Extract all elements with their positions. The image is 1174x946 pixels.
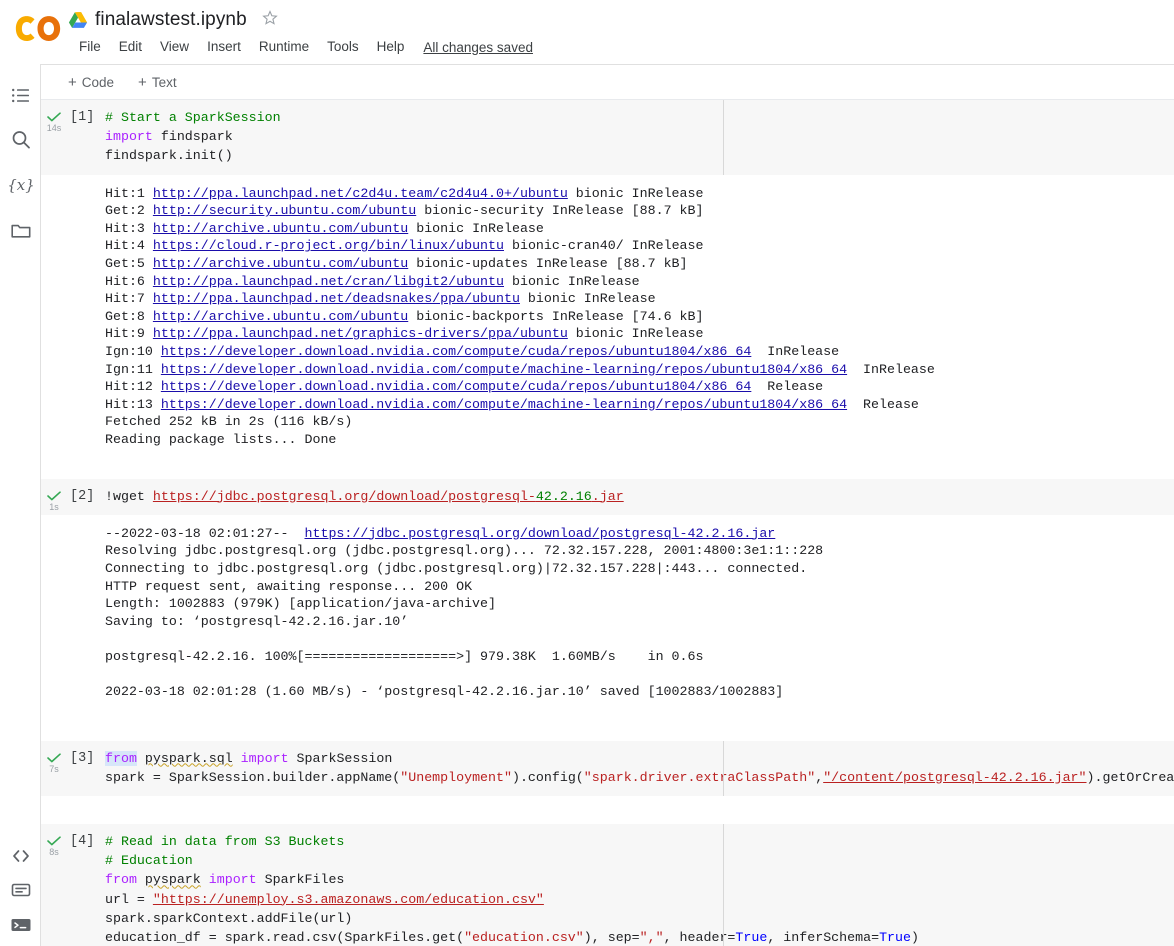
cell-runtime: 8s xyxy=(49,847,59,858)
output-text: Hit:1 http://ppa.launchpad.net/c2d4u.tea… xyxy=(105,185,935,447)
menu-item-help[interactable]: Help xyxy=(368,36,414,58)
menu-item-insert[interactable]: Insert xyxy=(198,36,250,58)
cell-input-area[interactable]: 8s [4] # Read in data from S3 Buckets # … xyxy=(41,824,1174,946)
cell-runtime: 1s xyxy=(49,501,59,512)
cell-output-area: Hit:1 http://ppa.launchpad.net/c2d4u.tea… xyxy=(41,174,1174,461)
cell-input-area[interactable]: 7s [3] from pyspark.sql import SparkSess… xyxy=(41,740,1174,797)
run-status-indicator[interactable]: 1s xyxy=(46,490,62,512)
variables-icon[interactable]: {x} xyxy=(9,173,33,197)
cell-gutter: 1s [2] xyxy=(41,479,105,515)
google-drive-icon xyxy=(68,11,88,29)
cell-spacer xyxy=(41,712,1174,741)
code-cell[interactable]: 14s [1] # Start a SparkSession import fi… xyxy=(41,100,1174,461)
execution-count: [4] xyxy=(70,834,95,850)
files-icon[interactable] xyxy=(9,219,33,243)
cell-source: from pyspark.sql import SparkSession spa… xyxy=(105,750,1174,785)
svg-text:{x}: {x} xyxy=(9,176,33,194)
execution-count: [3] xyxy=(70,750,95,766)
colab-app: finalawstest.ipynb File Edit View Insert… xyxy=(0,0,1174,946)
cell-gutter: 7s [3] xyxy=(41,741,105,796)
notebook-filename[interactable]: finalawstest.ipynb xyxy=(95,9,247,31)
cell-source: # Start a SparkSession import findspark … xyxy=(105,110,281,164)
menu-item-tools[interactable]: Tools xyxy=(318,36,368,58)
code-snippets-icon[interactable] xyxy=(9,844,33,868)
plus-icon: + xyxy=(68,73,77,91)
cell-runtime: 7s xyxy=(49,763,59,774)
cell-spacer xyxy=(41,796,1174,825)
cell-gutter: 8s [4] xyxy=(41,824,105,946)
plus-icon: + xyxy=(138,73,147,91)
success-check-icon xyxy=(47,836,61,846)
success-check-icon xyxy=(47,112,61,122)
code-cell[interactable]: 8s [4] # Read in data from S3 Buckets # … xyxy=(41,824,1174,946)
menu-item-file[interactable]: File xyxy=(70,36,110,58)
code-cell[interactable]: 7s [3] from pyspark.sql import SparkSess… xyxy=(41,740,1174,797)
table-of-contents-icon[interactable] xyxy=(9,84,33,108)
app-header: finalawstest.ipynb File Edit View Insert… xyxy=(0,0,1174,64)
notebook-scroll-area[interactable]: 14s [1] # Start a SparkSession import fi… xyxy=(41,100,1174,946)
add-text-cell-button[interactable]: + Text xyxy=(133,73,182,92)
execution-count: [1] xyxy=(70,110,95,125)
menu-bar: File Edit View Insert Runtime Tools Help… xyxy=(70,36,533,58)
success-check-icon xyxy=(47,753,61,763)
cell-input-area[interactable]: 1s [2] !wget https://jdbc.postgresql.org… xyxy=(41,478,1174,515)
add-text-cell-label: Text xyxy=(151,74,177,90)
add-code-cell-label: Code xyxy=(81,74,115,90)
output-text: --2022-03-18 02:01:27-- https://jdbc.pos… xyxy=(105,525,824,700)
search-icon[interactable] xyxy=(9,128,33,152)
colab-logo[interactable] xyxy=(14,12,66,50)
execution-count: [2] xyxy=(70,488,95,504)
cell-output-area: --2022-03-18 02:01:27-- https://jdbc.pos… xyxy=(41,514,1174,713)
cell-spacer xyxy=(41,460,1174,479)
menu-item-runtime[interactable]: Runtime xyxy=(250,36,318,58)
command-palette-icon[interactable] xyxy=(9,878,33,902)
save-status-link[interactable]: All changes saved xyxy=(423,40,533,55)
cell-input-area[interactable]: 14s [1] # Start a SparkSession import fi… xyxy=(41,100,1174,175)
run-status-indicator[interactable]: 7s xyxy=(46,753,62,774)
cell-source: # Read in data from S3 Buckets # Educati… xyxy=(105,834,919,946)
code-cell[interactable]: 1s [2] !wget https://jdbc.postgresql.org… xyxy=(41,478,1174,713)
notebook-toolbar: + Code + Text xyxy=(41,64,1174,100)
column-ruler xyxy=(723,824,724,946)
cell-gutter: 14s [1] xyxy=(41,100,105,175)
star-outline-icon[interactable] xyxy=(254,8,280,33)
cell-runtime: 14s xyxy=(46,123,62,133)
menu-item-view[interactable]: View xyxy=(151,36,198,58)
left-rail: {x} xyxy=(0,64,41,946)
run-status-indicator[interactable]: 14s xyxy=(46,112,62,133)
notebook-title-row: finalawstest.ipynb xyxy=(68,6,280,34)
column-ruler xyxy=(723,740,724,797)
add-code-cell-button[interactable]: + Code xyxy=(63,73,119,92)
terminal-icon[interactable] xyxy=(9,913,33,937)
column-ruler xyxy=(723,100,724,175)
cell-source: !wget https://jdbc.postgresql.org/downlo… xyxy=(105,488,624,504)
run-status-indicator[interactable]: 8s xyxy=(46,836,62,857)
success-check-icon xyxy=(47,490,61,500)
menu-item-edit[interactable]: Edit xyxy=(110,36,151,58)
